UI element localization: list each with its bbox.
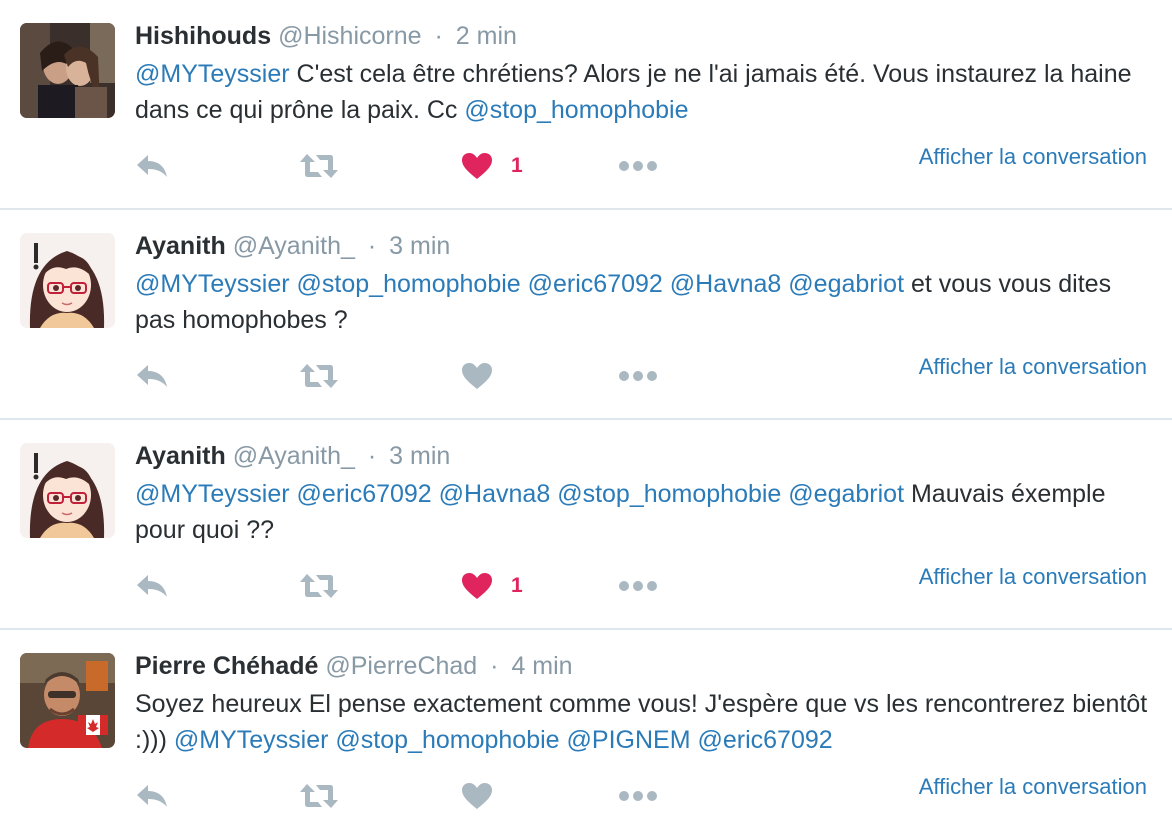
mention-link[interactable]: @PIGNEM [567,726,691,754]
reply-button[interactable] [135,776,169,816]
reply-button[interactable] [135,566,169,606]
tweet-header: Ayanith @Ayanith_ · 3 min [135,440,450,472]
tweet-time[interactable]: 2 min [456,22,517,50]
separator: · [367,442,377,470]
tweet: Pierre Chéhadé @PierreChad · 4 min Soyez… [0,630,1172,838]
mention-link[interactable]: @MYTeyssier [135,270,290,298]
like-button[interactable]: 1 [461,566,523,606]
reply-icon [137,365,167,387]
avatar-anime-girl[interactable] [20,233,115,328]
mention-link[interactable]: @eric67092 [528,270,663,298]
tweet: Hishihouds @Hishicorne · 2 min @MYTeyssi… [0,0,1172,210]
author-handle[interactable]: @PierreChad [325,652,477,680]
tweet-timeline: Hishihouds @Hishicorne · 2 min @MYTeyssi… [0,0,1172,838]
more-icon [619,161,657,171]
tweet-text-segment [290,270,297,298]
more-icon [619,371,657,381]
show-conversation-link[interactable]: Afficher la conversation [919,354,1147,380]
mention-link[interactable]: @stop_homophobie [464,96,688,124]
tweet-header: Ayanith @Ayanith_ · 3 min [135,230,450,262]
tweet-text-segment [521,270,528,298]
avatar-anime-girl[interactable] [20,443,115,538]
more-button[interactable] [618,146,658,186]
author-name[interactable]: Ayanith [135,232,226,260]
retweet-icon [300,364,338,388]
more-button[interactable] [618,356,658,396]
heart-icon [462,573,492,599]
tweet-text-segment [290,480,297,508]
tweet: Ayanith @Ayanith_ · 3 min @MYTeyssier @s… [0,210,1172,420]
more-icon [619,581,657,591]
separator: · [367,232,377,260]
mention-link[interactable]: @egabriot [788,270,904,298]
show-conversation-link[interactable]: Afficher la conversation [919,564,1147,590]
more-icon [619,791,657,801]
mention-link[interactable]: @Havna8 [439,480,551,508]
separator: · [490,652,499,680]
author-handle[interactable]: @Hishicorne [278,22,421,50]
author-handle[interactable]: @Ayanith_ [233,232,355,260]
heart-icon [462,363,492,389]
like-button[interactable]: 1 [461,146,523,186]
more-button[interactable] [618,566,658,606]
like-count: 1 [511,154,523,177]
reply-icon [137,785,167,807]
tweet-header: Pierre Chéhadé @PierreChad · 4 min [135,650,573,682]
mention-link[interactable]: @MYTeyssier [135,480,290,508]
mention-link[interactable]: @Havna8 [670,270,782,298]
mention-link[interactable]: @eric67092 [697,726,832,754]
show-conversation-link[interactable]: Afficher la conversation [919,144,1147,170]
reply-button[interactable] [135,146,169,186]
tweet-time[interactable]: 3 min [389,442,450,470]
author-handle[interactable]: @Ayanith_ [233,442,355,470]
retweet-button[interactable] [298,566,340,606]
avatar-photo-man-flag[interactable] [20,653,115,748]
tweet-header: Hishihouds @Hishicorne · 2 min [135,20,517,52]
like-button[interactable] [461,356,511,396]
separator: · [434,22,443,50]
tweet-time[interactable]: 3 min [389,232,450,260]
mention-link[interactable]: @egabriot [788,480,904,508]
tweet-time[interactable]: 4 min [511,652,572,680]
avatar-photo-couple[interactable] [20,23,115,118]
author-name[interactable]: Ayanith [135,442,226,470]
author-name[interactable]: Hishihouds [135,22,271,50]
mention-link[interactable]: @stop_homophobie [297,270,521,298]
reply-icon [137,575,167,597]
tweet-text-segment [432,480,439,508]
mention-link[interactable]: @MYTeyssier [135,60,290,88]
retweet-icon [300,784,338,808]
reply-icon [137,155,167,177]
retweet-button[interactable] [298,146,340,186]
tweet-text: Soyez heureux El pense exactement comme … [135,686,1155,758]
tweet: Ayanith @Ayanith_ · 3 min @MYTeyssier @e… [0,420,1172,630]
reply-button[interactable] [135,356,169,396]
retweet-icon [300,574,338,598]
retweet-icon [300,154,338,178]
tweet-text-segment [560,726,567,754]
like-count: 1 [511,574,523,597]
retweet-button[interactable] [298,776,340,816]
heart-icon [462,783,492,809]
tweet-text: @MYTeyssier @eric67092 @Havna8 @stop_hom… [135,476,1155,548]
tweet-text: @MYTeyssier C'est cela être chrétiens? A… [135,56,1155,128]
mention-link[interactable]: @stop_homophobie [335,726,559,754]
tweet-text-segment [663,270,670,298]
retweet-button[interactable] [298,356,340,396]
mention-link[interactable]: @stop_homophobie [557,480,781,508]
show-conversation-link[interactable]: Afficher la conversation [919,774,1147,800]
more-button[interactable] [618,776,658,816]
tweet-text: @MYTeyssier @stop_homophobie @eric67092 … [135,266,1155,338]
like-button[interactable] [461,776,511,816]
mention-link[interactable]: @MYTeyssier [174,726,329,754]
heart-icon [462,153,492,179]
mention-link[interactable]: @eric67092 [297,480,432,508]
author-name[interactable]: Pierre Chéhadé [135,652,318,680]
